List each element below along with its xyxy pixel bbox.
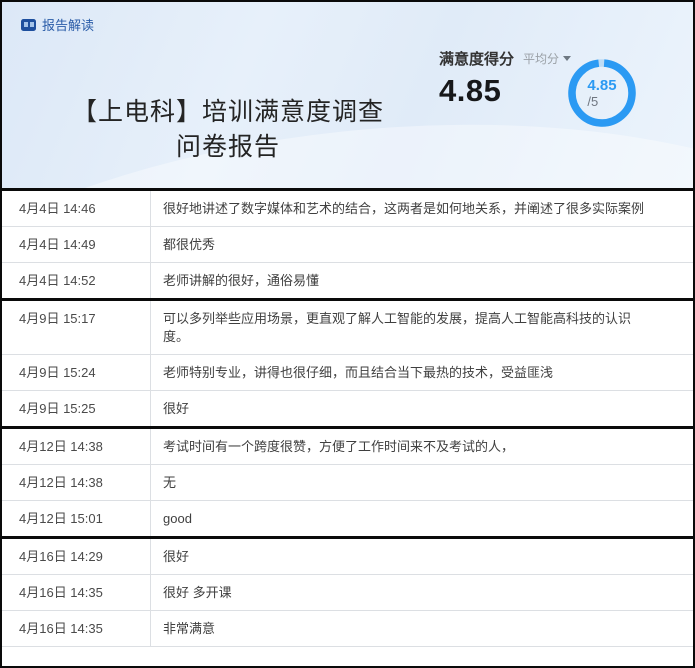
report-page: 报告解读 【上电科】培训满意度调查 问卷报告 满意度得分 平均分 4.85 <box>0 0 695 668</box>
satisfaction-score-block: 满意度得分 平均分 4.85 <box>439 48 571 109</box>
row-comment: 非常满意 <box>151 611 693 646</box>
row-time: 4月4日 14:49 <box>2 227 151 262</box>
row-time: 4月16日 14:35 <box>2 611 151 646</box>
row-time: 4月9日 15:25 <box>2 391 151 426</box>
row-comment: 考试时间有一个跨度很赞，方便了工作时间来不及考试的人， <box>151 429 693 464</box>
page-title: 【上电科】培训满意度调查 问卷报告 <box>32 95 424 165</box>
comment-group-apr16: 4月16日 14:29 很好 4月16日 14:35 很好 多开课 4月16日 … <box>2 536 693 647</box>
gauge-value: 4.85 <box>587 77 616 94</box>
row-time: 4月12日 15:01 <box>2 501 151 536</box>
comment-group-apr9: 4月9日 15:17 可以多列举些应用场景，更直观了解人工智能的发展，提高人工智… <box>2 298 693 426</box>
row-comment: 都很优秀 <box>151 227 693 262</box>
table-row: 4月16日 14:29 很好 <box>2 539 693 575</box>
table-row: 4月9日 15:25 很好 <box>2 391 693 426</box>
gauge-denominator: /5 <box>587 94 616 109</box>
nav-report-interpretation-link[interactable]: 报告解读 <box>21 15 94 34</box>
average-mode-selector[interactable]: 平均分 <box>523 50 571 67</box>
table-row: 4月12日 14:38 考试时间有一个跨度很赞，方便了工作时间来不及考试的人， <box>2 429 693 465</box>
row-time: 4月12日 14:38 <box>2 429 151 464</box>
score-label: 满意度得分 <box>439 48 514 69</box>
row-comment: 很好 <box>151 391 693 426</box>
page-title-line-2: 问卷报告 <box>32 130 424 165</box>
report-book-icon <box>21 19 36 31</box>
row-time: 4月16日 14:29 <box>2 539 151 574</box>
row-time: 4月9日 15:17 <box>2 301 151 354</box>
comment-group-apr12: 4月12日 14:38 考试时间有一个跨度很赞，方便了工作时间来不及考试的人， … <box>2 426 693 536</box>
row-comment: 很好地讲述了数字媒体和艺术的结合，这两者是如何地关系，并阐述了很多实际案例 <box>151 191 693 226</box>
score-value: 4.85 <box>439 73 571 109</box>
table-row: 4月4日 14:46 很好地讲述了数字媒体和艺术的结合，这两者是如何地关系，并阐… <box>2 191 693 227</box>
page-title-line-1: 【上电科】培训满意度调查 <box>32 95 424 130</box>
table-row: 4月9日 15:17 可以多列举些应用场景，更直观了解人工智能的发展，提高人工智… <box>2 301 693 355</box>
row-time: 4月12日 14:38 <box>2 465 151 500</box>
row-comment: 很好 多开课 <box>151 575 693 610</box>
table-row: 4月4日 14:49 都很优秀 <box>2 227 693 263</box>
table-row: 4月16日 14:35 很好 多开课 <box>2 575 693 611</box>
satisfaction-gauge: 4.85 /5 <box>568 59 636 127</box>
row-comment: 可以多列举些应用场景，更直观了解人工智能的发展，提高人工智能高科技的认识度。 <box>151 301 693 354</box>
row-time: 4月16日 14:35 <box>2 575 151 610</box>
comments-table: 4月4日 14:46 很好地讲述了数字媒体和艺术的结合，这两者是如何地关系，并阐… <box>2 191 693 647</box>
comment-group-apr4: 4月4日 14:46 很好地讲述了数字媒体和艺术的结合，这两者是如何地关系，并阐… <box>2 191 693 298</box>
table-row: 4月4日 14:52 老师讲解的很好，通俗易懂 <box>2 263 693 298</box>
row-comment: 很好 <box>151 539 693 574</box>
average-mode-label: 平均分 <box>523 50 559 67</box>
row-time: 4月4日 14:52 <box>2 263 151 298</box>
row-comment: 无 <box>151 465 693 500</box>
table-row: 4月16日 14:35 非常满意 <box>2 611 693 647</box>
row-comment: good <box>151 501 693 536</box>
report-header: 报告解读 【上电科】培训满意度调查 问卷报告 满意度得分 平均分 4.85 <box>2 2 693 191</box>
row-time: 4月9日 15:24 <box>2 355 151 390</box>
row-comment: 老师讲解的很好，通俗易懂 <box>151 263 693 298</box>
table-row: 4月12日 15:01 good <box>2 501 693 536</box>
table-row: 4月12日 14:38 无 <box>2 465 693 501</box>
row-time: 4月4日 14:46 <box>2 191 151 226</box>
nav-label: 报告解读 <box>42 15 94 34</box>
row-comment: 老师特别专业，讲得也很仔细，而且结合当下最热的技术，受益匪浅 <box>151 355 693 390</box>
table-row: 4月9日 15:24 老师特别专业，讲得也很仔细，而且结合当下最热的技术，受益匪… <box>2 355 693 391</box>
